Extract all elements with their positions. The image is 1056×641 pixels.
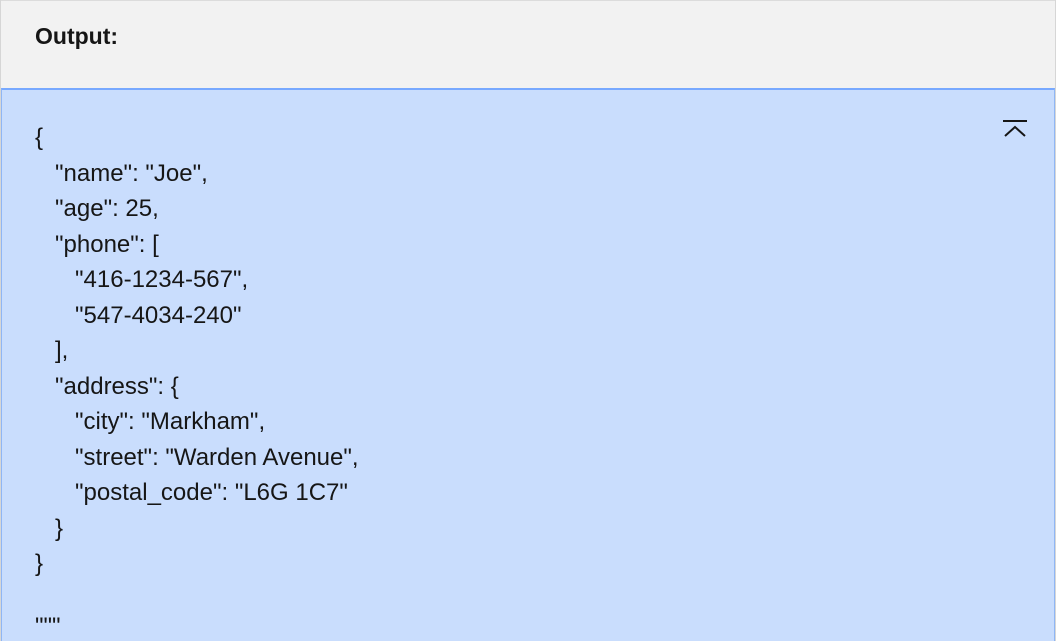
code-line: "416-1234-567", xyxy=(35,266,249,293)
code-line: { xyxy=(35,124,44,151)
code-line: } xyxy=(35,514,64,542)
code-line: "street": "Warden Avenue", xyxy=(35,443,359,471)
output-header: Output: xyxy=(1,0,1055,88)
code-line: "address": { xyxy=(35,372,179,400)
code-line: "phone": [ xyxy=(35,230,159,258)
code-line: "name": "Joe", xyxy=(35,159,208,187)
code-line: ], xyxy=(35,337,69,364)
collapse-up-icon xyxy=(1003,120,1027,137)
code-line: "547-4034-240" xyxy=(35,301,242,329)
output-code-block[interactable]: { "name": "Joe", "age": 25, "phone": [ "… xyxy=(1,88,1055,641)
json-output: { "name": "Joe", "age": 25, "phone": [ "… xyxy=(35,120,359,641)
collapse-button[interactable] xyxy=(1002,118,1028,142)
code-line: "city": "Markham", xyxy=(35,408,266,435)
code-line: "postal_code": "L6G 1C7" xyxy=(35,479,348,506)
output-panel: Output: { "name": "Joe", "age": 25, "pho… xyxy=(0,0,1056,641)
output-label: Output: xyxy=(35,23,119,49)
code-line: } xyxy=(35,550,44,577)
code-line: "age": 25, xyxy=(35,195,159,222)
code-line: """ xyxy=(35,612,61,640)
